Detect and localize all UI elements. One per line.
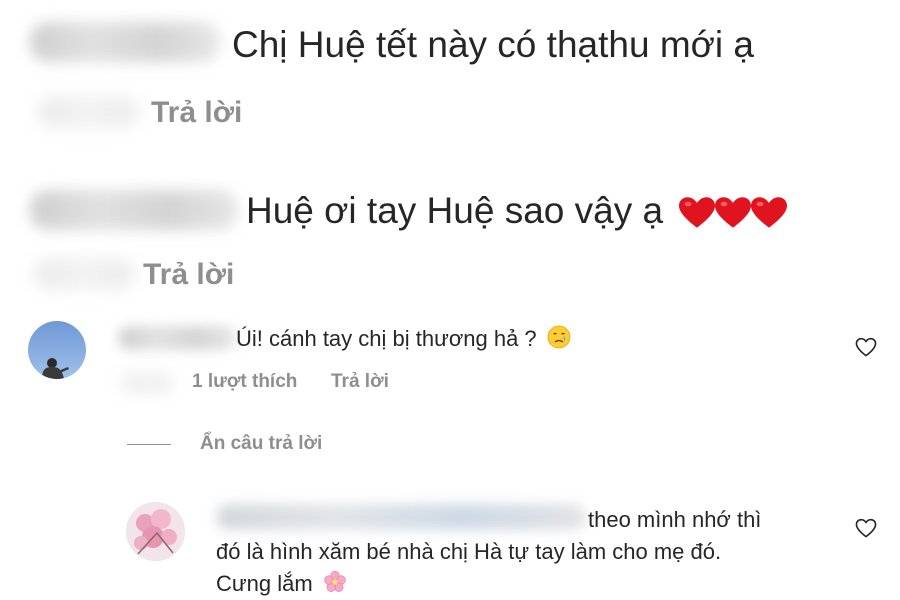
reply-text-line1: theo mình nhớ thì — [588, 507, 762, 532]
like-heart-icon[interactable] — [855, 337, 881, 361]
blurred-username — [118, 326, 236, 350]
blurred-username — [30, 22, 220, 62]
reply-text-line3-content: Cưng lắm — [216, 570, 313, 596]
blurred-timestamp — [122, 372, 172, 394]
blurred-username — [30, 190, 238, 230]
reply-text-line2: đó là hình xăm bé nhà chị Hà tự tay làm … — [216, 539, 722, 564]
comment-text: Chị Huệ tết này có thạthu mới ạ — [232, 24, 754, 65]
reply-button[interactable]: Trả lời — [331, 371, 389, 393]
blurred-username — [216, 504, 586, 530]
avatar[interactable] — [126, 502, 185, 561]
hide-replies-divider — [127, 444, 171, 445]
comment-text: Úi! cánh tay chị bị thương hả ? — [236, 325, 571, 355]
comment-text: Huệ ơi tay Huệ sao vậy ạ — [246, 190, 788, 232]
blurred-timestamp — [34, 258, 134, 290]
reply-text-line3: Cưng lắm — [216, 570, 347, 600]
comment-text-content: Huệ ơi tay Huệ sao vậy ạ — [246, 190, 664, 231]
crying-face-emoji — [547, 325, 571, 355]
blurred-timestamp — [38, 96, 138, 128]
hide-replies-button[interactable]: Ẩn câu trả lời — [200, 433, 322, 455]
avatar[interactable] — [28, 321, 86, 379]
red-hearts-emoji — [679, 190, 788, 231]
reply-button[interactable]: Trả lời — [143, 258, 234, 292]
like-heart-icon[interactable] — [855, 518, 881, 542]
comment-text-content: Úi! cánh tay chị bị thương hả ? — [236, 325, 537, 351]
reply-button[interactable]: Trả lời — [151, 96, 242, 130]
likes-count[interactable]: 1 lượt thích — [192, 371, 297, 393]
cherry-blossom-emoji — [323, 570, 347, 600]
